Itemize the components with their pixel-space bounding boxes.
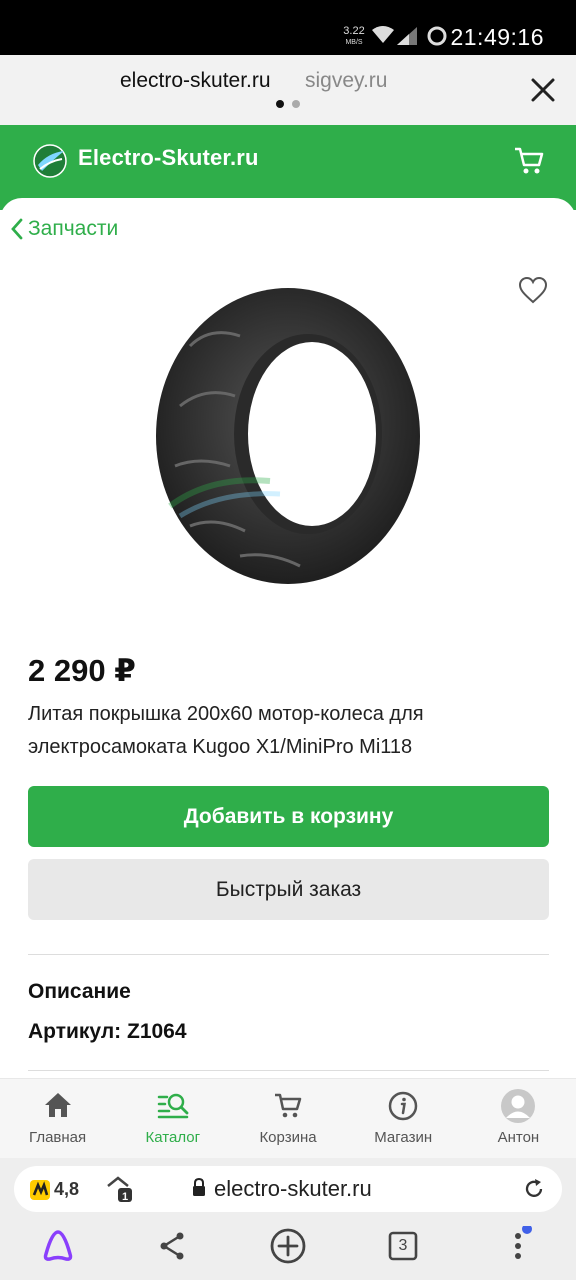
catalog-search-icon (157, 1093, 189, 1119)
product-image-tire (156, 288, 420, 584)
nav-item-store[interactable]: Магазин (346, 1079, 461, 1158)
close-icon[interactable] (528, 75, 558, 105)
description-heading[interactable]: Описание (28, 980, 131, 1004)
breadcrumb-label: Запчасти (28, 217, 119, 240)
logo-text[interactable]: Electro-Skuter.ru (78, 145, 259, 171)
heart-icon[interactable] (518, 276, 548, 304)
clock: 21:49:16 (450, 24, 544, 50)
breadcrumb[interactable]: Запчасти (10, 216, 118, 242)
tab-count: 3 (398, 1237, 408, 1254)
tab-strip: electro-skuter.ru sigvey.ru (0, 55, 576, 125)
nav-label-profile: Антон (497, 1129, 540, 1146)
sync-circle-icon (427, 26, 447, 46)
nav-label-store: Магазин (374, 1129, 433, 1146)
logo-icon[interactable] (32, 143, 68, 179)
divider (28, 954, 549, 955)
product-sku: Артикул: Z1064 (28, 1020, 187, 1043)
info-icon (388, 1091, 418, 1121)
share-icon[interactable] (152, 1226, 192, 1266)
nav-label-home: Главная (29, 1129, 87, 1146)
nav-item-profile[interactable]: Антон (461, 1079, 576, 1158)
address-bar[interactable]: 4,8 1 electro-skuter.ru (14, 1166, 562, 1212)
product-title: Литая покрышка 200х60 мотор-колеса для э… (28, 703, 424, 758)
nav-item-home[interactable]: Главная (0, 1079, 115, 1158)
cart-icon[interactable] (512, 143, 546, 177)
bottom-nav: Главная Каталог Корзина Магазин Антон (0, 1078, 576, 1158)
tabs-button[interactable]: 3 (383, 1226, 423, 1266)
signal-icon (397, 27, 417, 45)
protect-count: 1 (122, 1191, 128, 1203)
network-speed-unit: MB/S (345, 39, 363, 46)
cart-icon (275, 1093, 302, 1118)
avatar-icon (501, 1089, 536, 1123)
tab-electro-skuter[interactable]: electro-skuter.ru (120, 69, 271, 93)
protect-shield-icon[interactable]: 1 (104, 1174, 134, 1204)
nav-item-cart[interactable]: Корзина (230, 1079, 345, 1158)
url-text[interactable]: electro-skuter.ru (214, 1176, 372, 1202)
status-bar: 3.22 MB/S 21:49:16 (0, 0, 576, 55)
menu-kebab-icon[interactable] (498, 1226, 538, 1266)
site-rating[interactable]: 4,8 (30, 1179, 79, 1200)
notification-dot (522, 1226, 532, 1234)
nav-item-catalog[interactable]: Каталог (115, 1079, 230, 1158)
network-speed: 3.22 MB/S (340, 26, 368, 48)
alice-assistant-icon[interactable] (38, 1226, 78, 1266)
browser-chrome: 4,8 1 electro-skuter.ru 3 (0, 1158, 576, 1280)
home-icon (44, 1093, 71, 1117)
product-card: Запчасти 2 290 ₽ Литая покрышка 200х60 м… (0, 198, 576, 1098)
divider (28, 1070, 549, 1071)
site-rating-value: 4,8 (54, 1179, 80, 1199)
lock-icon[interactable] (192, 1178, 206, 1196)
network-speed-value: 3.22 (343, 25, 365, 37)
browser-toolbar: 3 (0, 1216, 576, 1280)
page-indicator (292, 100, 300, 108)
quick-order-button[interactable]: Быстрый заказ (28, 859, 549, 920)
reload-icon[interactable] (522, 1177, 546, 1201)
market-badge-icon (30, 1179, 50, 1200)
nav-label-cart: Корзина (259, 1129, 317, 1146)
wifi-icon (372, 26, 394, 43)
add-to-cart-button[interactable]: Добавить в корзину (28, 786, 549, 847)
page-indicator-active (276, 100, 284, 108)
chevron-left-icon (11, 218, 23, 240)
product-price: 2 290 ₽ (28, 653, 136, 688)
tab-sigvey[interactable]: sigvey.ru (305, 69, 387, 93)
nav-label-catalog: Каталог (145, 1129, 201, 1146)
new-tab-icon[interactable] (268, 1226, 308, 1266)
